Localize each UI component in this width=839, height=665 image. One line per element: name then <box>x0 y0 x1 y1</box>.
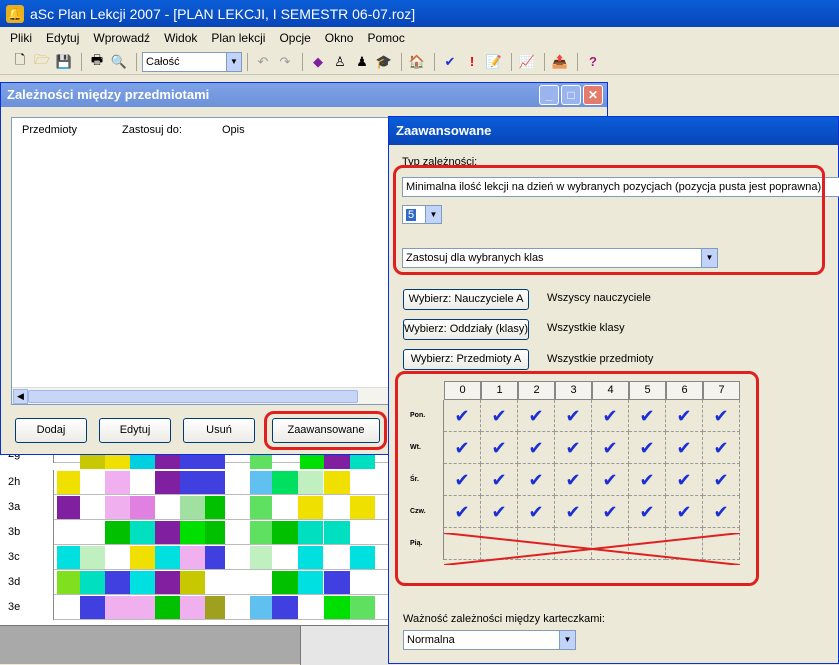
undo-icon[interactable]: ↶ <box>253 52 273 72</box>
select-subjects-button[interactable]: Wybierz: Przedmioty A <box>403 349 529 370</box>
export-icon[interactable]: 📤 <box>550 52 570 72</box>
teachers-value: Wszyscy nauczyciele <box>547 292 651 304</box>
maximize-icon[interactable]: □ <box>561 85 581 105</box>
subjects-icon[interactable]: ◆ <box>308 52 328 72</box>
menu-plan-lekcji[interactable]: Plan lekcji <box>211 31 265 45</box>
app-bell-icon: 🔔 <box>6 4 24 23</box>
print-icon[interactable]: 🖶 <box>87 52 107 72</box>
table-row: 2h <box>0 470 400 495</box>
close-icon[interactable]: ✕ <box>583 85 603 105</box>
delete-button[interactable]: Usuń <box>183 418 255 443</box>
timetable-grid: 2g 2h 3a 3 <box>0 445 400 625</box>
teachers-icon[interactable]: ♙ <box>330 52 350 72</box>
importance-select[interactable]: Normalna ▼ <box>403 630 576 650</box>
table-row: 3b <box>0 520 400 545</box>
minimize-icon[interactable]: _ <box>539 85 559 105</box>
new-file-icon[interactable]: 🗋 <box>10 52 30 72</box>
window-title: aSc Plan Lekcji 2007 - [PLAN LEKCJI, I S… <box>30 5 416 22</box>
importance-label: Ważność zależności między karteczkami: <box>403 613 605 625</box>
edit-button[interactable]: Edytuj <box>99 418 171 443</box>
table-row: 3d <box>0 570 400 595</box>
dependencies-list[interactable]: Przedmioty Zastosuj do: Opis ◀ <box>11 117 396 405</box>
scroll-thumb[interactable] <box>28 390 358 403</box>
menu-bar: Pliki Edytuj Wprowadź Widok Plan lekcji … <box>0 27 839 49</box>
bottom-panel <box>0 625 400 665</box>
print-preview-icon[interactable]: 🔍 <box>109 52 129 72</box>
add-button[interactable]: Dodaj <box>15 418 87 443</box>
subjects-value: Wszystkie przedmioty <box>547 353 654 365</box>
report-icon[interactable]: 📝 <box>484 52 504 72</box>
classes-value: Wszystkie klasy <box>547 322 625 334</box>
horizontal-scrollbar[interactable]: ◀ <box>12 387 395 404</box>
scroll-left-icon[interactable]: ◀ <box>13 389 28 404</box>
menu-wprowadz[interactable]: Wprowadź <box>93 31 150 45</box>
open-folder-icon[interactable]: 🗁 <box>32 52 52 72</box>
help-icon[interactable]: ? <box>583 52 603 72</box>
check-icon[interactable]: ✔ <box>440 52 460 72</box>
menu-okno[interactable]: Okno <box>325 31 354 45</box>
menu-pliki[interactable]: Pliki <box>10 31 32 45</box>
app-title-bar: 🔔 aSc Plan Lekcji 2007 - [PLAN LEKCJI, I… <box>0 0 839 27</box>
advanced-dialog: Zaawansowane Typ zależności: Minimalna i… <box>388 116 839 664</box>
redo-icon[interactable]: ↷ <box>275 52 295 72</box>
chevron-down-icon: ▼ <box>559 631 575 649</box>
exclamation-icon[interactable]: ! <box>462 52 482 72</box>
menu-opcje[interactable]: Opcje <box>279 31 310 45</box>
view-scope-select[interactable]: Całość ▼ <box>142 51 242 72</box>
highlight-advanced-button <box>264 411 387 450</box>
highlight-type-section <box>393 165 825 275</box>
table-row: 3e <box>0 595 400 620</box>
table-row: 3c <box>0 545 400 570</box>
select-classes-button[interactable]: Wybierz: Oddziały (klasy) A <box>403 319 529 340</box>
building-icon[interactable]: 🏠 <box>407 52 427 72</box>
column-header-subjects[interactable]: Przedmioty <box>22 124 77 136</box>
toolbar: 🗋 🗁 💾 🖶 🔍 Całość ▼ ↶ ↷ ◆ ♙ ♟ 🎓 🏠 ✔ ! 📝 📈… <box>0 49 839 75</box>
select-teachers-button[interactable]: Wybierz: Nauczyciele A <box>403 289 529 310</box>
graduation-cap-icon[interactable]: 🎓 <box>374 52 394 72</box>
chart-icon[interactable]: 📈 <box>517 52 537 72</box>
dialog-title-bar: Zaawansowane <box>389 117 838 145</box>
menu-edytuj[interactable]: Edytuj <box>46 31 79 45</box>
highlight-grid-section <box>395 371 759 586</box>
save-icon[interactable]: 💾 <box>54 52 74 72</box>
column-header-description[interactable]: Opis <box>222 124 245 136</box>
column-header-apply-to[interactable]: Zastosuj do: <box>122 124 182 136</box>
menu-widok[interactable]: Widok <box>164 31 197 45</box>
menu-pomoc[interactable]: Pomoc <box>367 31 404 45</box>
dialog-title-bar: Zależności między przedmiotami _ □ ✕ <box>1 83 607 107</box>
table-row: 3a <box>0 495 400 520</box>
classes-icon[interactable]: ♟ <box>352 52 372 72</box>
chevron-down-icon: ▼ <box>226 52 241 71</box>
